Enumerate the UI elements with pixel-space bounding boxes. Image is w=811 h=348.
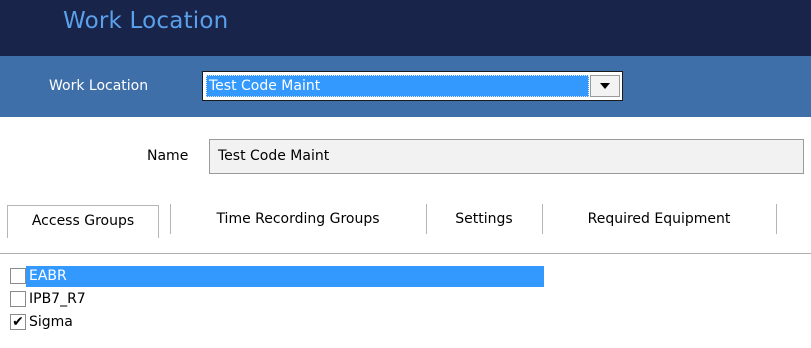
- checkbox[interactable]: [10, 290, 26, 307]
- tab-access-groups[interactable]: Access Groups: [7, 205, 159, 238]
- tab-panel-border: [0, 253, 811, 254]
- checkmark-icon: ✔: [12, 313, 24, 330]
- tab-bar: Access Groups Time Recording Groups Sett…: [0, 200, 811, 238]
- access-groups-list: EABR IPB7_R7 ✔ Sigma: [10, 264, 610, 333]
- tab-divider: [542, 204, 543, 234]
- window-title-bar: Work Location: [0, 0, 811, 56]
- tab-divider: [426, 204, 427, 234]
- dropdown-button[interactable]: [590, 75, 620, 97]
- list-item-label: Sigma: [29, 313, 73, 330]
- name-field[interactable]: Test Code Maint: [209, 139, 804, 174]
- window-title: Work Location: [63, 8, 229, 34]
- work-location-dropdown[interactable]: Test Code Maint: [202, 71, 623, 101]
- work-location-selector-band: Work Location Test Code Maint: [0, 56, 811, 117]
- list-item[interactable]: EABR: [10, 264, 610, 287]
- tab-time-recording-groups[interactable]: Time Recording Groups: [176, 200, 420, 238]
- tab-required-equipment[interactable]: Required Equipment: [549, 200, 769, 238]
- list-item[interactable]: ✔ Sigma: [10, 310, 610, 333]
- tab-settings[interactable]: Settings: [433, 200, 535, 238]
- list-item[interactable]: IPB7_R7: [10, 287, 610, 310]
- selection-highlight: [26, 266, 544, 287]
- chevron-down-icon: [600, 83, 610, 89]
- name-label: Name: [147, 148, 189, 164]
- work-location-dropdown-value[interactable]: Test Code Maint: [206, 75, 589, 97]
- checkbox[interactable]: [10, 267, 26, 284]
- tab-divider: [776, 204, 777, 234]
- checkbox[interactable]: ✔: [10, 313, 26, 330]
- list-item-label: EABR: [29, 267, 67, 284]
- work-location-label: Work Location: [49, 78, 149, 94]
- tab-divider: [170, 204, 171, 234]
- list-item-label: IPB7_R7: [29, 290, 86, 307]
